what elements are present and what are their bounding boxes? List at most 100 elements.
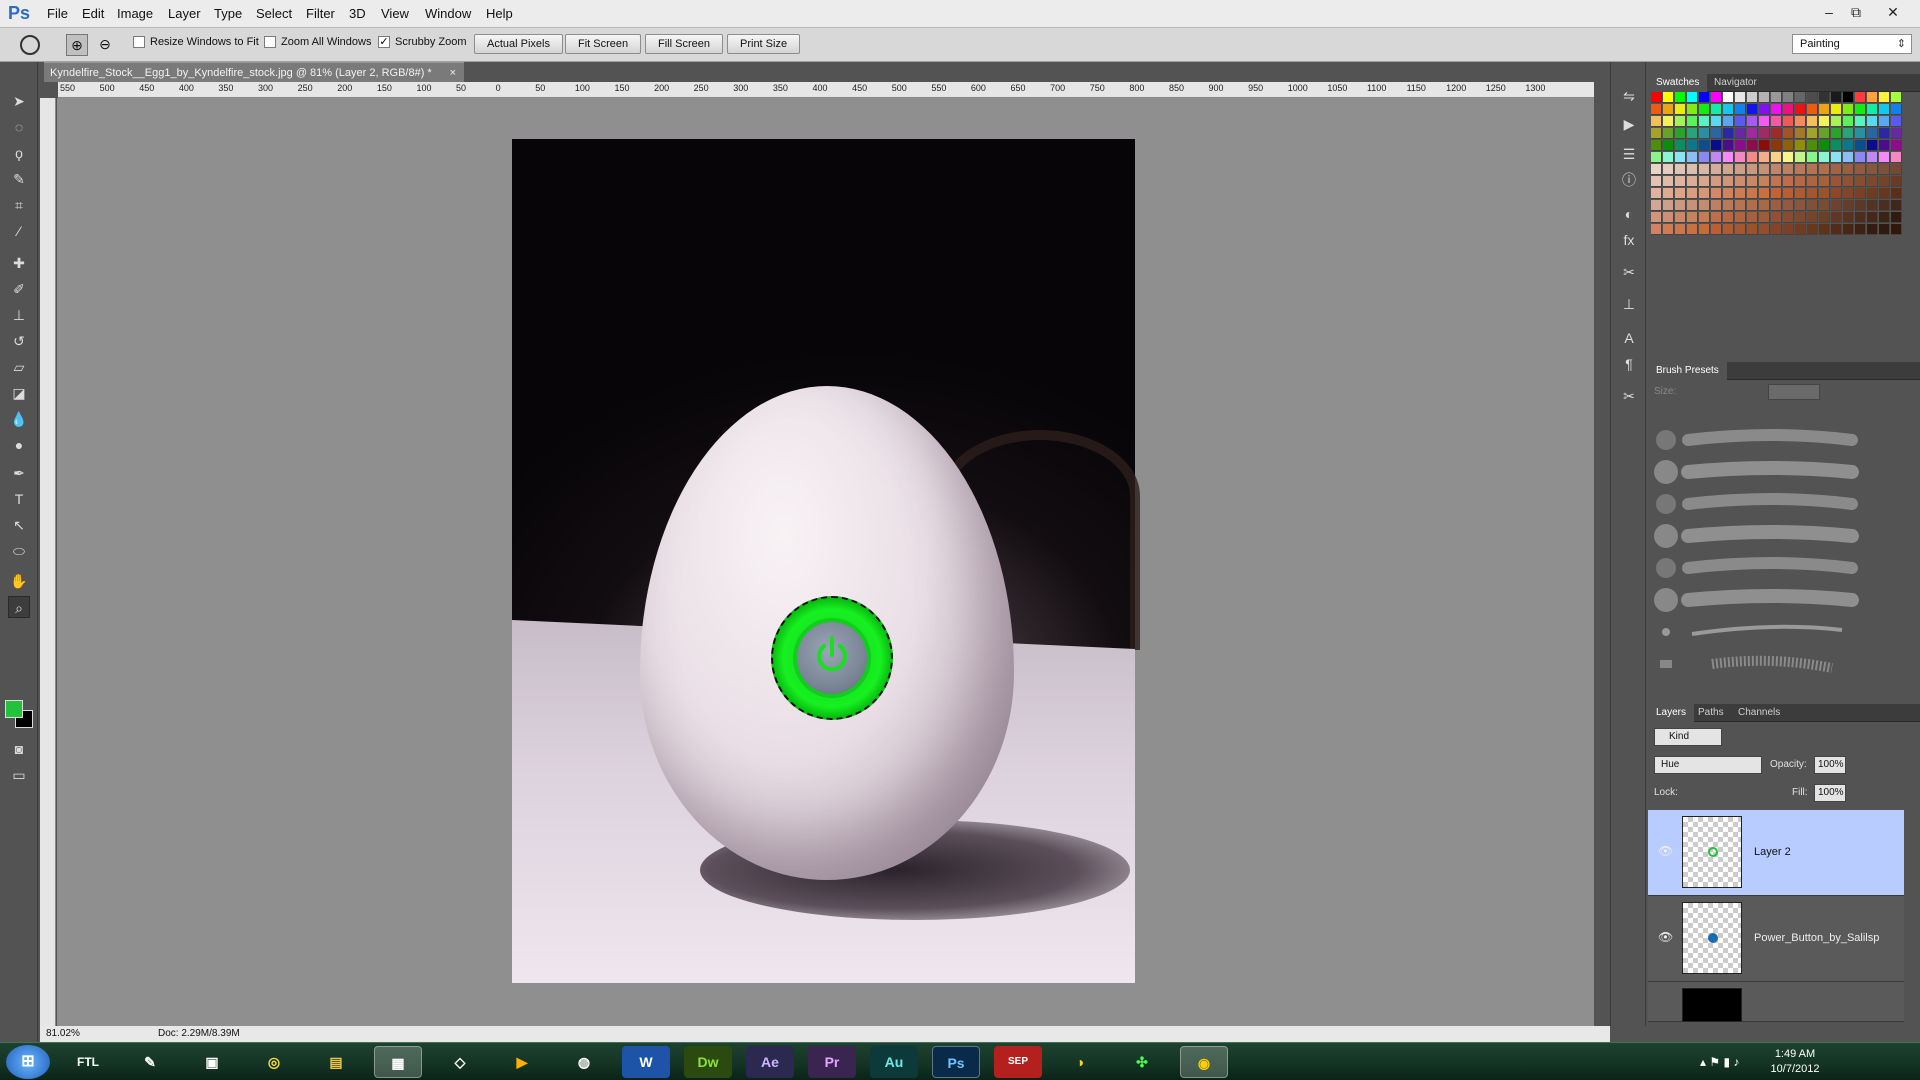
- taskbar-sep[interactable]: SEP: [994, 1046, 1042, 1078]
- color-swatch[interactable]: [1843, 164, 1854, 175]
- color-swatch[interactable]: [1831, 176, 1842, 187]
- brush-preset[interactable]: [1652, 650, 1860, 678]
- color-swatch[interactable]: [1831, 188, 1842, 199]
- color-swatch[interactable]: [1831, 200, 1842, 211]
- color-swatch[interactable]: [1735, 116, 1746, 127]
- color-swatch[interactable]: [1675, 188, 1686, 199]
- color-swatch[interactable]: [1735, 188, 1746, 199]
- blend-mode-select[interactable]: Hue: [1654, 756, 1762, 774]
- color-swatch[interactable]: [1759, 92, 1770, 103]
- color-swatch[interactable]: [1855, 212, 1866, 223]
- color-swatch[interactable]: [1771, 104, 1782, 115]
- color-swatch[interactable]: [1807, 224, 1818, 235]
- menu-window[interactable]: Window: [425, 6, 471, 21]
- color-swatch[interactable]: [1819, 224, 1830, 235]
- color-swatch[interactable]: [1747, 188, 1758, 199]
- color-swatch[interactable]: [1867, 140, 1878, 151]
- color-swatch[interactable]: [1747, 212, 1758, 223]
- color-swatch[interactable]: [1891, 128, 1902, 139]
- color-swatch[interactable]: [1651, 116, 1662, 127]
- color-swatch[interactable]: [1663, 152, 1674, 163]
- color-swatch[interactable]: [1891, 164, 1902, 175]
- color-swatch[interactable]: [1783, 140, 1794, 151]
- brush-size-input[interactable]: [1768, 384, 1820, 400]
- color-swatch[interactable]: [1867, 200, 1878, 211]
- color-swatch[interactable]: [1699, 104, 1710, 115]
- color-swatch[interactable]: [1735, 164, 1746, 175]
- color-swatch[interactable]: [1831, 104, 1842, 115]
- taskbar-audition[interactable]: Au: [870, 1046, 918, 1078]
- color-swatch[interactable]: [1795, 212, 1806, 223]
- foreground-color-swatch[interactable]: [5, 700, 23, 718]
- color-swatch[interactable]: [1879, 92, 1890, 103]
- zoom-tool-icon[interactable]: [20, 35, 40, 55]
- info-icon[interactable]: ⓘ: [1619, 170, 1639, 190]
- color-swatch[interactable]: [1735, 176, 1746, 187]
- color-swatch[interactable]: [1807, 164, 1818, 175]
- color-swatch[interactable]: [1819, 200, 1830, 211]
- adjustments-icon[interactable]: ◐: [1619, 204, 1639, 224]
- color-swatch[interactable]: [1771, 188, 1782, 199]
- color-swatch[interactable]: [1771, 200, 1782, 211]
- taskbar-fruit-icon[interactable]: ◑: [1056, 1046, 1104, 1078]
- color-swatch[interactable]: [1711, 104, 1722, 115]
- color-swatch[interactable]: [1711, 140, 1722, 151]
- color-swatch[interactable]: [1891, 152, 1902, 163]
- color-swatch[interactable]: [1855, 152, 1866, 163]
- color-swatch[interactable]: [1783, 176, 1794, 187]
- color-swatch[interactable]: [1867, 176, 1878, 187]
- color-swatch[interactable]: [1843, 92, 1854, 103]
- color-swatch[interactable]: [1843, 104, 1854, 115]
- styles-icon[interactable]: fx: [1619, 230, 1639, 250]
- color-swatch[interactable]: [1831, 128, 1842, 139]
- color-swatch[interactable]: [1651, 128, 1662, 139]
- opacity-input[interactable]: 100%: [1814, 756, 1846, 774]
- color-swatch[interactable]: [1663, 116, 1674, 127]
- tab-navigator[interactable]: Navigator: [1706, 74, 1765, 92]
- taskbar-pen-icon[interactable]: ✎: [126, 1046, 174, 1078]
- color-swatch[interactable]: [1819, 104, 1830, 115]
- color-swatch[interactable]: [1867, 224, 1878, 235]
- color-swatch[interactable]: [1771, 152, 1782, 163]
- color-swatch[interactable]: [1711, 92, 1722, 103]
- color-swatch[interactable]: [1891, 116, 1902, 127]
- close-button[interactable]: ✕: [1880, 2, 1906, 22]
- zoom-all-windows-checkbox[interactable]: Zoom All Windows: [264, 36, 371, 48]
- color-swatch[interactable]: [1879, 164, 1890, 175]
- brush-preset[interactable]: [1652, 618, 1860, 646]
- stamp-icon[interactable]: ⊥: [8, 304, 30, 326]
- color-swatch[interactable]: [1723, 116, 1734, 127]
- color-swatch[interactable]: [1831, 140, 1842, 151]
- color-swatch[interactable]: [1651, 188, 1662, 199]
- color-swatch[interactable]: [1723, 224, 1734, 235]
- color-swatch[interactable]: [1771, 176, 1782, 187]
- color-swatch[interactable]: [1675, 200, 1686, 211]
- color-swatch[interactable]: [1795, 104, 1806, 115]
- color-swatch[interactable]: [1879, 152, 1890, 163]
- color-swatch[interactable]: [1795, 200, 1806, 211]
- color-swatch[interactable]: [1747, 224, 1758, 235]
- color-swatch[interactable]: [1675, 164, 1686, 175]
- color-swatch[interactable]: [1651, 152, 1662, 163]
- color-swatch[interactable]: [1771, 128, 1782, 139]
- marquee-icon[interactable]: ◌: [8, 116, 30, 138]
- history-icon[interactable]: ⇋: [1619, 86, 1639, 106]
- paragraph-icon[interactable]: ¶: [1619, 354, 1639, 374]
- brush-preset[interactable]: [1652, 554, 1860, 582]
- color-swatch[interactable]: [1795, 164, 1806, 175]
- layer-row-background[interactable]: [1648, 982, 1904, 1022]
- color-swatch[interactable]: [1711, 224, 1722, 235]
- actions-play-icon[interactable]: ▶: [1619, 114, 1639, 134]
- color-swatch[interactable]: [1687, 92, 1698, 103]
- color-swatch[interactable]: [1675, 212, 1686, 223]
- color-swatch[interactable]: [1735, 224, 1746, 235]
- color-swatch[interactable]: [1735, 212, 1746, 223]
- minimize-button[interactable]: –: [1816, 2, 1842, 22]
- eraser-icon[interactable]: ▱: [8, 356, 30, 378]
- color-swatch[interactable]: [1663, 176, 1674, 187]
- path-select-icon[interactable]: ↖: [8, 514, 30, 536]
- color-swatch[interactable]: [1651, 212, 1662, 223]
- color-swatch[interactable]: [1855, 104, 1866, 115]
- color-swatch[interactable]: [1675, 224, 1686, 235]
- color-swatch[interactable]: [1675, 104, 1686, 115]
